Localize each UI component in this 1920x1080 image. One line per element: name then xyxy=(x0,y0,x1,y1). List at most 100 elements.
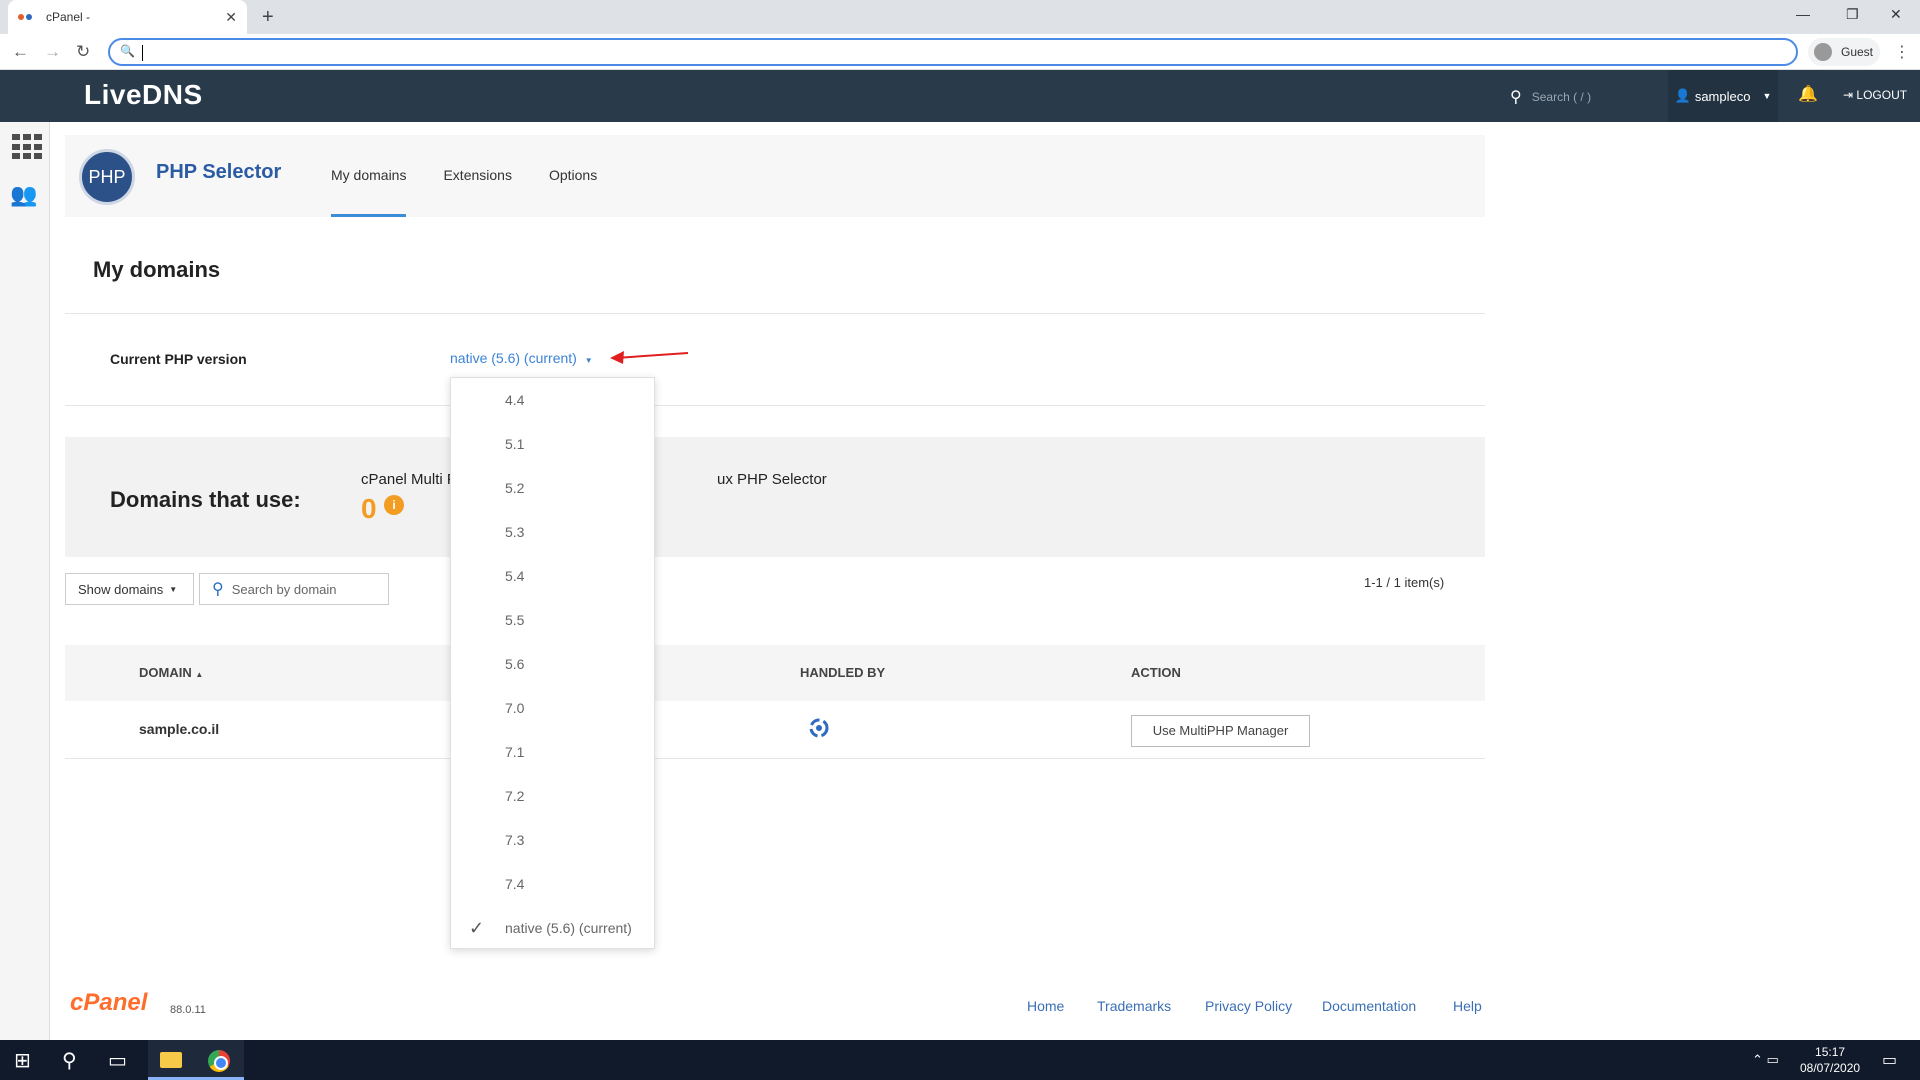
footer-link-trademarks[interactable]: Trademarks xyxy=(1097,998,1171,1014)
php-version-option[interactable]: 7.2 xyxy=(451,774,656,818)
logout-button[interactable]: ⇥ LOGOUT xyxy=(1843,88,1907,102)
browser-menu-icon[interactable]: ⋮ xyxy=(1894,42,1910,62)
search-icon: 🔍 xyxy=(120,44,135,58)
search-icon: ⚲ xyxy=(1510,89,1522,106)
cpanel-version: 88.0.11 xyxy=(170,1004,206,1016)
username: sampleco xyxy=(1694,88,1751,104)
show-domains-button[interactable]: Show domains ▼ xyxy=(65,573,194,605)
php-logo: PHP xyxy=(79,149,135,205)
page-title: My domains xyxy=(93,257,221,282)
search-domain-placeholder: Search by domain xyxy=(231,581,337,597)
notifications-icon[interactable]: ▭ xyxy=(1882,1050,1897,1070)
browser-tab[interactable]: cPanel - ✕ xyxy=(8,0,247,34)
search-domain-input[interactable]: ⚲ Search by domain xyxy=(199,573,389,605)
notifications-bell-icon[interactable]: 🔔 xyxy=(1798,84,1818,104)
checkmark-icon: ✓ xyxy=(469,918,485,938)
php-version-option[interactable]: 7.4 xyxy=(451,862,656,906)
footer-link-privacy[interactable]: Privacy Policy xyxy=(1205,998,1292,1014)
show-domains-label: Show domains xyxy=(78,581,164,597)
left-sidebar: 👥 xyxy=(0,122,50,1040)
footer-link-help[interactable]: Help xyxy=(1453,998,1482,1014)
php-version-option-selected[interactable]: ✓ native (5.6) (current) xyxy=(451,906,656,950)
php-version-option[interactable]: 7.0 xyxy=(451,686,656,730)
table-header: DOMAIN ▲ HANDLED BY ACTION xyxy=(65,645,1485,701)
chrome-icon xyxy=(208,1050,230,1072)
column-header-handled-by: HANDLED BY xyxy=(800,665,886,680)
use-multiphp-manager-button[interactable]: Use MultiPHP Manager xyxy=(1131,715,1310,747)
php-version-menu: 4.4 5.1 5.2 5.3 5.4 5.5 5.6 7.0 7.1 7.2 … xyxy=(450,377,655,949)
domains-count: 0 xyxy=(361,493,377,524)
option-label: native (5.6) (current) xyxy=(505,920,632,936)
header-search[interactable]: ⚲ Search ( / ) xyxy=(1510,87,1591,107)
php-version-option[interactable]: 7.1 xyxy=(451,730,656,774)
folder-icon xyxy=(160,1052,182,1068)
divider xyxy=(65,313,1485,314)
guest-profile-button[interactable]: Guest xyxy=(1808,38,1880,66)
php-version-value: native (5.6) (current) xyxy=(450,350,577,366)
php-version-dropdown[interactable]: native (5.6) (current) ▼ xyxy=(450,350,593,366)
php-version-option[interactable]: 5.6 xyxy=(451,642,656,686)
clock-time: 15:17 xyxy=(1815,1045,1846,1059)
column-header-label: DOMAIN xyxy=(139,665,192,680)
php-version-option[interactable]: 7.3 xyxy=(451,818,656,862)
footer-link-documentation[interactable]: Documentation xyxy=(1322,998,1416,1014)
app-title: PHP Selector xyxy=(156,161,282,183)
new-tab-button[interactable]: + xyxy=(262,6,274,29)
divider xyxy=(65,405,1485,406)
php-version-option[interactable]: 5.4 xyxy=(451,554,656,598)
address-bar[interactable]: 🔍 xyxy=(108,38,1798,66)
back-icon[interactable]: ← xyxy=(12,42,29,62)
system-tray-icons[interactable]: ⌃ ▭ xyxy=(1752,1052,1779,1068)
tab-extensions[interactable]: Extensions xyxy=(443,135,511,217)
logout-label: LOGOUT xyxy=(1856,88,1908,102)
chrome-taskbar-button[interactable] xyxy=(196,1040,244,1080)
footer-link-home[interactable]: Home xyxy=(1027,998,1064,1014)
table-row: sample.co.il Use MultiPHP Manager xyxy=(65,701,1485,759)
pagination-info: 1-1 / 1 item(s) xyxy=(1364,575,1445,590)
tab-my-domains[interactable]: My domains xyxy=(331,135,407,217)
tab-options[interactable]: Options xyxy=(549,135,597,217)
file-explorer-taskbar-button[interactable] xyxy=(148,1040,196,1080)
users-icon[interactable]: 👥 xyxy=(10,182,37,208)
php-version-option[interactable]: 5.5 xyxy=(451,598,656,642)
red-arrow-annotation xyxy=(610,351,689,364)
reload-icon[interactable]: ↻ xyxy=(76,42,90,62)
browser-tab-bar: cPanel - ✕ + — ❐ ✕ xyxy=(0,0,1920,34)
php-version-option[interactable]: 5.2 xyxy=(451,466,656,510)
close-tab-icon[interactable]: ✕ xyxy=(225,9,237,26)
task-view-icon[interactable]: ▭ xyxy=(108,1048,127,1073)
header-search-placeholder: Search ( / ) xyxy=(1531,90,1592,104)
restore-icon[interactable]: ❐ xyxy=(1846,6,1859,23)
caret-down-icon: ▼ xyxy=(584,356,593,365)
column-header-domain[interactable]: DOMAIN ▲ xyxy=(139,665,203,680)
search-icon[interactable]: ⚲ xyxy=(62,1048,77,1073)
cpanel-favicon-icon xyxy=(18,12,34,22)
php-version-option[interactable]: 4.4 xyxy=(451,378,656,422)
caret-down-icon: ▼ xyxy=(1762,91,1772,101)
domains-usage-panel: Domains that use: cPanel Multi P ux PHP … xyxy=(65,437,1485,557)
php-version-option[interactable]: 5.1 xyxy=(451,422,656,466)
browser-tab-title: cPanel - xyxy=(46,10,91,24)
app-tabs: My domains Extensions Options xyxy=(331,135,634,217)
php-version-option[interactable]: 5.3 xyxy=(451,510,656,554)
column-header-action: ACTION xyxy=(1131,665,1181,680)
close-window-icon[interactable]: ✕ xyxy=(1890,6,1902,23)
search-icon: ⚲ xyxy=(212,581,224,598)
user-menu-button[interactable]: 👤 sampleco ▼ xyxy=(1668,70,1778,122)
logout-icon: ⇥ xyxy=(1843,88,1854,102)
php-selector-text: ux PHP Selector xyxy=(717,471,827,488)
apps-grid-icon[interactable] xyxy=(12,134,42,160)
text-caret xyxy=(142,45,143,61)
multiphp-text: cPanel Multi P xyxy=(361,471,457,488)
info-icon[interactable]: i xyxy=(384,495,404,515)
forward-icon[interactable]: → xyxy=(44,42,61,62)
cpanel-header: LiveDNS ⚲ Search ( / ) 👤 sampleco ▼ 🔔 ⇥ … xyxy=(0,70,1920,122)
avatar-icon xyxy=(1814,43,1832,61)
domains-use-label: Domains that use: xyxy=(110,487,301,512)
windows-start-icon[interactable]: ⊞ xyxy=(14,1048,31,1073)
current-php-label: Current PHP version xyxy=(110,351,247,367)
system-clock[interactable]: 15:17 08/07/2020 xyxy=(1800,1044,1860,1076)
minimize-icon[interactable]: — xyxy=(1796,6,1810,22)
livedns-logo[interactable]: LiveDNS xyxy=(84,79,203,111)
sort-ascending-icon: ▲ xyxy=(195,670,204,679)
